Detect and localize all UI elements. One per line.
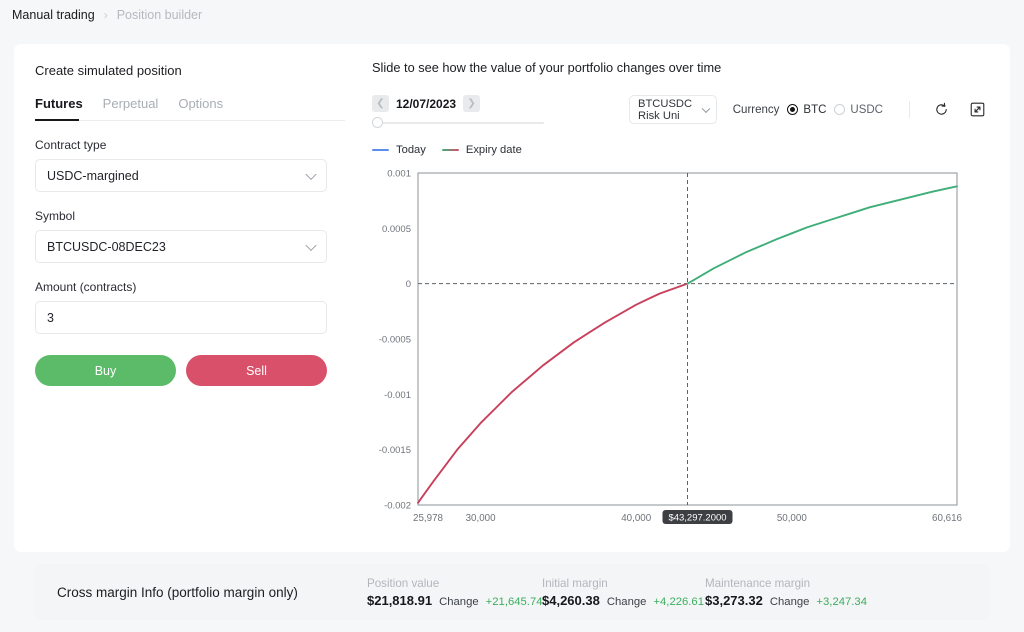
svg-text:0.001: 0.001: [387, 169, 411, 180]
currency-option-usdc[interactable]: USDC: [834, 104, 883, 116]
tab-futures[interactable]: Futures: [35, 96, 83, 120]
chevron-down-icon: [305, 168, 317, 180]
selected-date: 12/07/2023: [396, 96, 457, 111]
contract-type-select[interactable]: USDC-margined: [35, 159, 327, 192]
cross-margin-title: Cross margin Info (portfolio margin only…: [57, 584, 298, 600]
breadcrumb-separator-icon: ›: [103, 8, 108, 22]
amount-value: 3: [47, 310, 54, 325]
sell-button[interactable]: Sell: [186, 355, 327, 386]
legend-label-expiry: Expiry date: [465, 144, 522, 156]
chart-legend: Today Expiry date: [372, 144, 996, 156]
stat-label: Initial margin: [542, 576, 608, 590]
svg-text:50,000: 50,000: [777, 513, 808, 524]
svg-text:-0.002: -0.002: [384, 501, 411, 512]
svg-text:60,616: 60,616: [932, 513, 963, 524]
chevron-down-icon: [305, 239, 317, 251]
refresh-icon[interactable]: [932, 101, 950, 119]
legend-label-today: Today: [396, 144, 426, 156]
svg-text:$43,297.2000: $43,297.2000: [668, 512, 726, 523]
svg-text:-0.0005: -0.0005: [379, 335, 411, 346]
stat-amount: $21,818.91: [367, 592, 433, 608]
chevron-right-icon[interactable]: ❯: [463, 95, 481, 112]
instrument-tabs: Futures Perpetual Options: [35, 96, 345, 121]
stat-change-label: Change: [769, 595, 810, 608]
svg-text:30,000: 30,000: [466, 513, 497, 524]
stat-change-label: Change: [606, 595, 647, 608]
legend-swatch-expiry: [441, 148, 459, 152]
slider-thumb[interactable]: [372, 117, 383, 128]
svg-text:-0.0015: -0.0015: [379, 445, 411, 456]
fullscreen-icon[interactable]: [968, 101, 986, 119]
breadcrumb-current[interactable]: Manual trading: [12, 8, 95, 22]
chart-panel-title: Slide to see how the value of your portf…: [372, 60, 722, 75]
legend-item-expiry[interactable]: Expiry date: [441, 144, 522, 156]
tab-perpetual[interactable]: Perpetual: [103, 96, 159, 120]
currency-btc-label: BTC: [803, 103, 827, 116]
risk-unit-value: BTCUSDC Risk Uni: [638, 97, 693, 122]
contract-type-label: Contract type: [35, 138, 107, 152]
symbol-select[interactable]: BTCUSDC-08DEC23: [35, 230, 327, 263]
stat-position-value: Position value $21,818.91 Change +21,645…: [367, 576, 543, 608]
chart-controls: ❮ 12/07/2023 ❯ BTCUSDC Risk Uni Currency…: [372, 95, 996, 135]
tab-options[interactable]: Options: [178, 96, 223, 120]
svg-text:-0.001: -0.001: [384, 390, 411, 401]
toolbar-divider: [909, 101, 910, 118]
buy-button[interactable]: Buy: [35, 355, 176, 386]
panel-title: Create simulated position: [35, 63, 182, 78]
stat-change-value: +4,226.61: [653, 595, 704, 608]
amount-label: Amount (contracts): [35, 280, 137, 294]
stat-label: Position value: [367, 576, 440, 590]
svg-text:0: 0: [406, 279, 411, 290]
svg-text:0.0005: 0.0005: [382, 224, 411, 235]
stat-amount: $3,273.32: [705, 592, 763, 608]
portfolio-chart-panel: Slide to see how the value of your portf…: [372, 60, 996, 552]
slider-track: [372, 122, 544, 124]
currency-option-btc[interactable]: BTC: [787, 104, 826, 116]
symbol-label: Symbol: [35, 209, 76, 223]
legend-item-today[interactable]: Today: [372, 144, 426, 156]
svg-text:40,000: 40,000: [621, 513, 652, 524]
date-stepper: ❮ 12/07/2023 ❯: [372, 95, 544, 112]
simulated-position-form: Create simulated position Futures Perpet…: [35, 63, 345, 386]
date-slider-group: ❮ 12/07/2023 ❯: [372, 95, 544, 130]
breadcrumb: Manual trading › Position builder: [0, 0, 1024, 30]
chevron-left-icon[interactable]: ❮: [372, 95, 389, 112]
svg-text:25,978: 25,978: [413, 513, 444, 524]
order-buttons: Buy Sell: [35, 355, 345, 386]
stat-change-value: +21,645.74: [485, 595, 543, 608]
date-slider[interactable]: [372, 116, 544, 130]
radio-unselected-icon: [834, 104, 846, 115]
stat-change-value: +3,247.34: [816, 595, 867, 608]
symbol-value: BTCUSDC-08DEC23: [47, 239, 166, 254]
breadcrumb-next[interactable]: Position builder: [117, 8, 202, 22]
risk-unit-select[interactable]: BTCUSDC Risk Uni: [629, 95, 717, 124]
contract-type-value: USDC-margined: [47, 168, 139, 183]
stat-amount: $4,260.38: [542, 592, 600, 608]
currency-group: Currency BTC USDC: [733, 95, 996, 124]
stat-change-label: Change: [439, 595, 479, 608]
stat-initial-margin: Initial margin $4,260.38 Change +4,226.6…: [542, 577, 705, 608]
currency-usdc-label: USDC: [850, 103, 883, 116]
cross-margin-info-bar: Cross margin Info (portfolio margin only…: [34, 564, 990, 620]
stat-label: Maintenance margin: [705, 576, 811, 590]
radio-selected-icon: [787, 104, 799, 115]
currency-label: Currency: [732, 103, 780, 116]
amount-input[interactable]: 3: [35, 301, 327, 334]
main-card: Create simulated position Futures Perpet…: [14, 44, 1010, 552]
payoff-chart[interactable]: 0.001 0.0005 0 -0.0005 -0.001 -0.0015 -0.002 25…: [372, 165, 997, 530]
legend-swatch-today: [372, 148, 389, 152]
payoff-chart-svg: 0.001 0.0005 0 -0.0005 -0.001 -0.0015 -0.00225…: [379, 169, 963, 524]
stat-maintenance-margin: Maintenance margin $3,273.32 Change +3,2…: [705, 577, 868, 608]
